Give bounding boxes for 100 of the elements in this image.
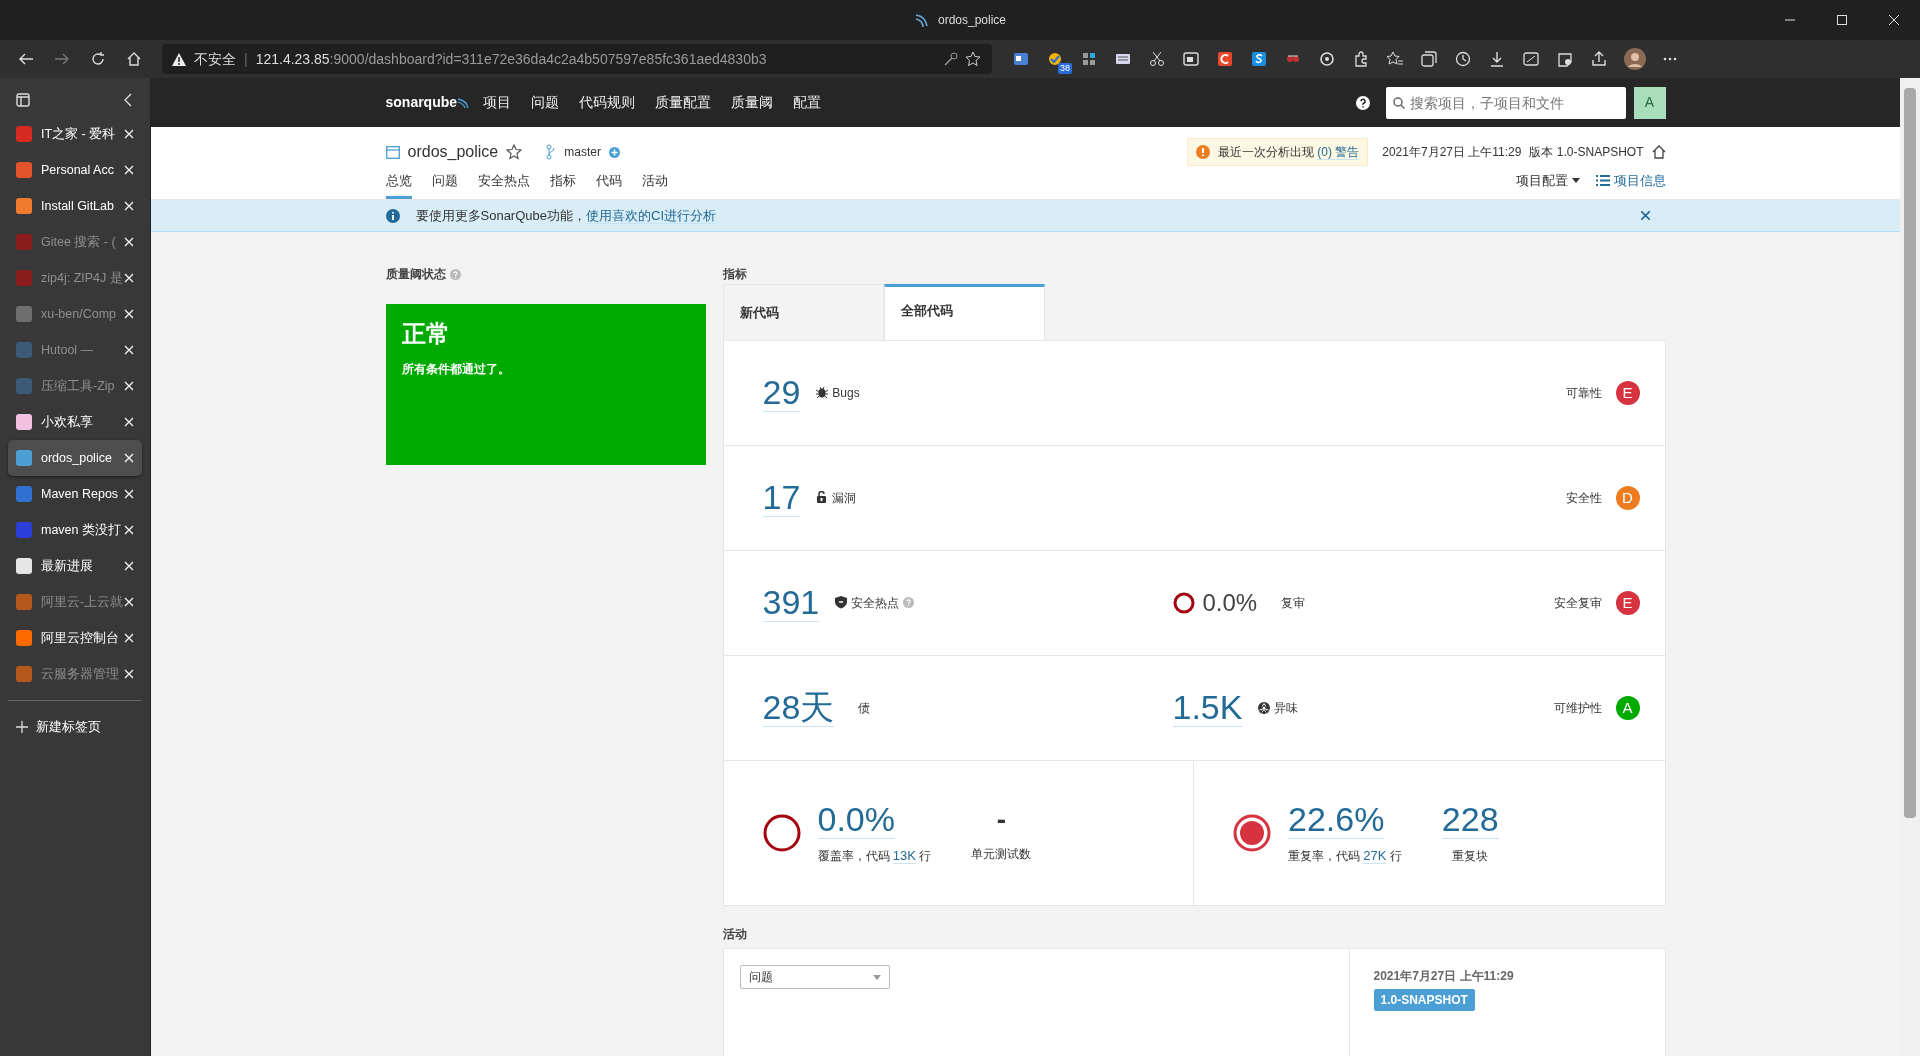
metric-value[interactable]: 28天 xyxy=(762,688,835,728)
back-icon[interactable] xyxy=(18,51,34,67)
project-settings-menu[interactable]: 项目配置 xyxy=(1515,170,1580,199)
metrics-tab[interactable]: 新代码 xyxy=(722,284,884,340)
browser-tab[interactable]: maven 类没打 xyxy=(8,512,142,548)
browser-tab[interactable]: Gitee 搜索 - ( xyxy=(8,224,142,260)
radiation-icon xyxy=(1258,702,1271,714)
metric-label: 复审 xyxy=(1281,595,1306,612)
nav-link[interactable]: 项目 xyxy=(483,92,512,113)
metric-value[interactable]: 391 xyxy=(762,583,820,623)
browser-tab[interactable]: xu-ben/Comp xyxy=(8,296,142,332)
rating-badge: D xyxy=(1615,486,1640,510)
nav-link[interactable]: 问题 xyxy=(531,92,560,113)
browser-tab[interactable]: 小欢私享 xyxy=(8,404,142,440)
duplication-circle-icon xyxy=(1232,813,1272,853)
activity-filter-select[interactable]: 问题 xyxy=(739,965,890,989)
share-icon[interactable] xyxy=(1591,51,1607,67)
browser-tab[interactable]: zip4j: ZIP4J 是 xyxy=(8,260,142,296)
browser-tab[interactable]: Maven Repos xyxy=(8,476,142,512)
maximize-icon[interactable] xyxy=(1837,15,1847,25)
branch-name[interactable]: master xyxy=(564,143,601,161)
metric-value[interactable]: 22.6% xyxy=(1288,799,1385,839)
profile-avatar[interactable] xyxy=(1624,48,1646,70)
project-tab[interactable]: 代码 xyxy=(595,170,622,199)
security-label: 不安全 xyxy=(194,49,236,69)
review-ring-icon xyxy=(1172,592,1195,614)
history-icon[interactable] xyxy=(1455,51,1471,67)
nav-link[interactable]: 代码规则 xyxy=(579,92,636,113)
section-title: 活动 xyxy=(722,927,747,941)
scissors-icon[interactable] xyxy=(1149,51,1165,67)
quality-gate-status: 正常 xyxy=(401,319,451,349)
metric-label: Bugs xyxy=(832,385,860,402)
tab-panel-icon[interactable] xyxy=(16,93,30,107)
key-icon[interactable] xyxy=(944,52,958,66)
coverage-ring-icon xyxy=(761,813,802,853)
browser-tab[interactable]: Hutool — xyxy=(8,332,142,368)
screenshot-icon[interactable] xyxy=(1523,51,1539,67)
browser-tab[interactable]: Install GitLab xyxy=(8,188,142,224)
new-tab-button[interactable]: 新建标签页 xyxy=(8,709,142,745)
browser-tab[interactable]: 压缩工具-Zip xyxy=(8,368,142,404)
version-tag: 1.0-SNAPSHOT xyxy=(1373,989,1475,1011)
extension-icon[interactable] xyxy=(1251,51,1267,67)
nav-link[interactable]: 质量配置 xyxy=(655,92,712,113)
browser-tab[interactable]: ordos_police xyxy=(8,440,142,476)
project-tab[interactable]: 安全热点 xyxy=(477,170,530,199)
add-icon[interactable] xyxy=(608,146,620,158)
warning-link[interactable]: (0) 警告 xyxy=(1317,145,1360,160)
help-icon[interactable] xyxy=(1355,95,1370,110)
extension-icon[interactable] xyxy=(1319,51,1335,67)
rating-badge: E xyxy=(1615,591,1640,615)
metrics-tab[interactable]: 全部代码 xyxy=(883,284,1045,340)
browser-tab[interactable]: Personal Acc xyxy=(8,152,142,188)
collections-icon[interactable] xyxy=(1421,51,1437,67)
translate-icon[interactable] xyxy=(1013,51,1029,67)
scrollbar-thumb[interactable] xyxy=(1904,88,1916,818)
lines-link[interactable]: 13K xyxy=(892,847,916,864)
rating-label: 安全复审 xyxy=(1553,595,1602,612)
banner-link[interactable]: 使用喜欢的CI进行分析 xyxy=(586,207,716,224)
extension-icon[interactable] xyxy=(1115,51,1131,67)
browser-tab[interactable]: 最新进展 xyxy=(8,548,142,584)
grid-icon[interactable] xyxy=(1081,51,1097,67)
extension-icon[interactable] xyxy=(1557,51,1573,67)
download-icon[interactable] xyxy=(1489,51,1505,67)
home-icon[interactable] xyxy=(1651,145,1666,159)
metric-value[interactable]: 228 xyxy=(1441,800,1499,840)
warning-icon xyxy=(172,52,186,66)
nav-link[interactable]: 质量阈 xyxy=(731,92,774,113)
project-tab[interactable]: 指标 xyxy=(549,170,576,199)
project-info-link[interactable]: 项目信息 xyxy=(1595,170,1666,199)
browser-tab[interactable]: 阿里云控制台 xyxy=(8,620,142,656)
browser-tab[interactable]: IT之家 - 爱科 xyxy=(8,116,142,152)
search-field[interactable]: 搜索项目，子项目和文件 xyxy=(1385,86,1626,119)
add-favorite-icon[interactable] xyxy=(966,51,982,67)
puzzle-icon[interactable] xyxy=(1353,51,1369,67)
project-name[interactable]: ordos_police xyxy=(407,140,499,164)
browser-tab[interactable]: 云服务器管理 xyxy=(8,656,142,692)
quality-gate-message: 所有条件都通过了。 xyxy=(401,361,511,378)
project-tab[interactable]: 活动 xyxy=(641,170,668,199)
collapse-icon[interactable] xyxy=(124,93,132,107)
sonarqube-logo[interactable]: sonarqube xyxy=(385,92,470,113)
extension-icon[interactable] xyxy=(1217,51,1233,67)
metric-value[interactable]: 1.5K xyxy=(1172,688,1243,728)
lines-link[interactable]: 27K xyxy=(1363,847,1387,864)
metric-value[interactable]: 29 xyxy=(762,373,801,413)
forward-icon[interactable] xyxy=(54,51,70,67)
user-avatar[interactable]: A xyxy=(1633,86,1666,119)
warning-icon xyxy=(1195,145,1210,159)
metric-label: 异味 xyxy=(1274,700,1299,717)
nav-link[interactable]: 配置 xyxy=(793,92,822,113)
star-icon[interactable] xyxy=(506,144,523,160)
favorites-icon[interactable] xyxy=(1387,51,1403,67)
url-text: 121.4.23.85:9000/dashboard?id=311e72e36da4c2a4b507597e85fc361aed4830b3 xyxy=(255,49,767,69)
address-bar[interactable]: 不安全 | 121.4.23.85:9000/dashboard?id=311e72e36da4c2a4b507597e85fc361aed4830b3 xyxy=(162,44,992,74)
extension-icon[interactable] xyxy=(1047,51,1063,67)
project-tab[interactable]: 问题 xyxy=(431,170,458,199)
browser-tab[interactable]: 阿里云-上云就 xyxy=(8,584,142,620)
reload-icon[interactable] xyxy=(90,51,106,67)
window-icon[interactable] xyxy=(1183,51,1199,67)
metric-value[interactable]: 17 xyxy=(762,478,801,518)
metric-value[interactable]: 0.0% xyxy=(817,799,895,839)
